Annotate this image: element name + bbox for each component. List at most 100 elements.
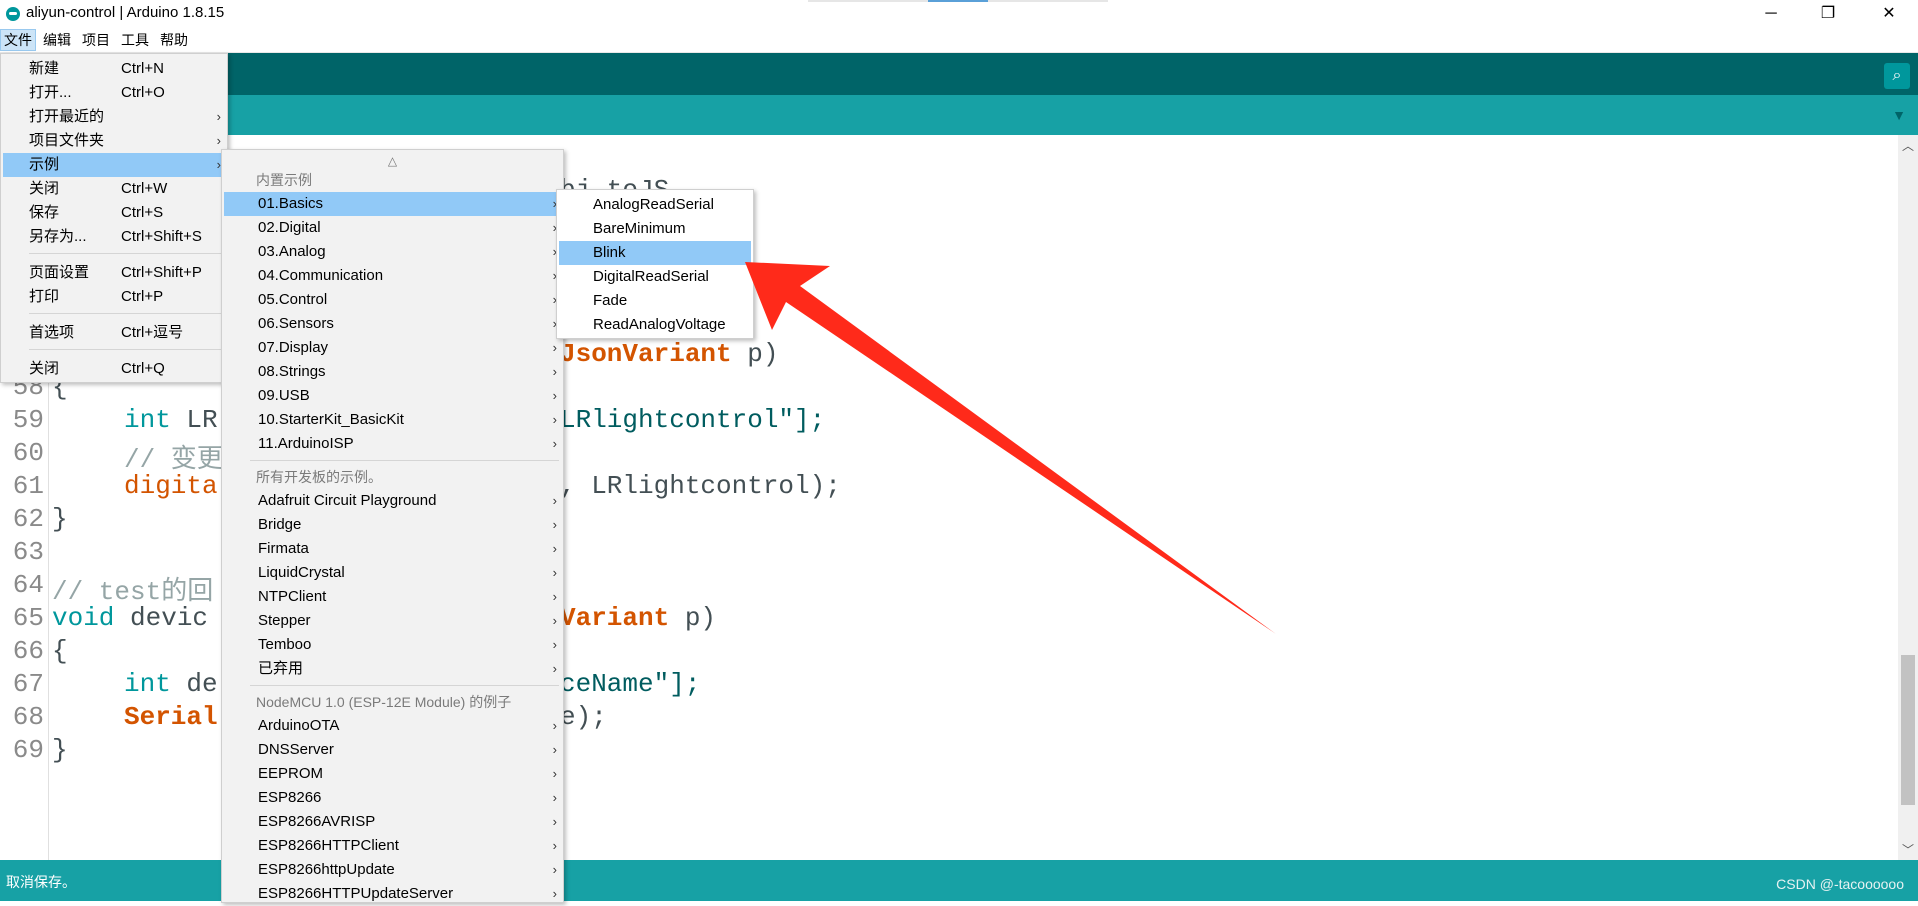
status-message: 取消保存。 xyxy=(6,874,76,890)
examples-item[interactable]: ESP8266httpUpdate › xyxy=(224,858,561,882)
examples-item[interactable]: 03.Analog › xyxy=(224,240,561,264)
menu-tools[interactable]: 工具 xyxy=(118,30,152,50)
menu-item-label: 09.USB xyxy=(258,387,310,404)
chevron-right-icon: › xyxy=(552,814,557,829)
basics-item[interactable]: ReadAnalogVoltage xyxy=(559,313,751,337)
line-number: 68 xyxy=(12,702,44,732)
examples-item[interactable]: 10.StarterKit_BasicKit › xyxy=(224,408,561,432)
menu-item-shortcut: Ctrl+逗号 xyxy=(121,324,184,341)
file-menu-item-print[interactable]: 打印 Ctrl+P xyxy=(3,285,225,309)
examples-item[interactable]: ESP8266HTTPUpdateServer › xyxy=(224,882,561,906)
chevron-right-icon: › xyxy=(552,565,557,580)
examples-item[interactable]: 06.Sensors › xyxy=(224,312,561,336)
basics-item[interactable]: BareMinimum xyxy=(559,217,751,241)
chevron-right-icon: › xyxy=(552,412,557,427)
menu-edit[interactable]: 编辑 xyxy=(40,30,74,50)
examples-item[interactable]: Adafruit Circuit Playground › xyxy=(224,489,561,513)
examples-item[interactable]: Bridge › xyxy=(224,513,561,537)
basics-item[interactable]: Fade xyxy=(559,289,751,313)
examples-menu: △ 内置示例 01.Basics › 02.Digital › 03.Analog ›… xyxy=(221,149,564,903)
code-line: int de xyxy=(124,669,218,699)
code-line: { xyxy=(52,636,68,666)
code-keyword: int xyxy=(124,405,171,435)
file-menu-item-save[interactable]: 保存 Ctrl+S xyxy=(3,201,225,225)
menu-item-label: 打开最近的 xyxy=(29,108,105,125)
examples-item[interactable]: LiquidCrystal › xyxy=(224,561,561,585)
examples-item[interactable]: DNSServer › xyxy=(224,738,561,762)
examples-item[interactable]: 02.Digital › xyxy=(224,216,561,240)
menu-sketch[interactable]: 项目 xyxy=(79,30,113,50)
basics-item[interactable]: DigitalReadSerial xyxy=(559,265,751,289)
scroll-up-arrow-icon[interactable]: △ xyxy=(222,154,563,168)
code-comment: // 变更 xyxy=(124,445,223,475)
file-menu-item-open-recent[interactable]: 打开最近的 › xyxy=(3,105,225,129)
code-text: de xyxy=(170,669,218,699)
scroll-down-icon[interactable]: ﹀ xyxy=(1902,841,1914,858)
examples-item[interactable]: NTPClient › xyxy=(224,585,561,609)
tab-menu-icon[interactable]: ▼ xyxy=(1892,107,1906,123)
editor-scrollbar[interactable]: ︿ ﹀ xyxy=(1898,135,1918,860)
close-button[interactable]: ✕ xyxy=(1862,0,1916,28)
examples-item[interactable]: Stepper › xyxy=(224,609,561,633)
minimize-button[interactable]: ─ xyxy=(1744,0,1798,28)
file-menu-item-page-setup[interactable]: 页面设置 Ctrl+Shift+P xyxy=(3,261,225,285)
examples-item[interactable]: ArduinoOTA › xyxy=(224,714,561,738)
menu-item-label: Stepper xyxy=(258,612,311,629)
basics-item[interactable]: AnalogReadSerial xyxy=(559,193,751,217)
line-number: 60 xyxy=(12,438,44,468)
code-function: digita xyxy=(124,471,218,501)
code-class: JsonVariant xyxy=(560,339,732,369)
menu-help[interactable]: 帮助 xyxy=(157,30,191,50)
examples-item[interactable]: 已弃用 › xyxy=(224,657,561,681)
chevron-right-icon: › xyxy=(552,589,557,604)
code-fragment: , LRlightcontrol); xyxy=(560,471,841,501)
line-number: 64 xyxy=(12,570,44,600)
file-menu-item-sketchbook[interactable]: 项目文件夹 › xyxy=(3,129,225,153)
menu-item-label: 打开... xyxy=(29,84,72,101)
examples-item[interactable]: ESP8266HTTPClient › xyxy=(224,834,561,858)
examples-item[interactable]: Firmata › xyxy=(224,537,561,561)
examples-item[interactable]: 05.Control › xyxy=(224,288,561,312)
examples-item[interactable]: ESP8266 › xyxy=(224,786,561,810)
menu-file[interactable]: 文件 xyxy=(0,29,36,51)
file-menu-item-preferences[interactable]: 首选项 Ctrl+逗号 xyxy=(3,321,225,345)
menu-section-header: 所有开发板的示例。 xyxy=(256,469,382,485)
file-menu-item-quit[interactable]: 关闭 Ctrl+Q xyxy=(3,357,225,381)
menu-item-label: 另存为... xyxy=(29,228,87,245)
basics-menu: AnalogReadSerial BareMinimum Blink Digit… xyxy=(556,189,754,339)
menu-item-label: ESP8266httpUpdate xyxy=(258,861,395,878)
menu-item-shortcut: Ctrl+W xyxy=(121,180,168,197)
basics-item-blink[interactable]: Blink xyxy=(559,241,751,265)
scrollbar-thumb[interactable] xyxy=(1901,655,1915,805)
examples-item[interactable]: 11.ArduinoISP › xyxy=(224,432,561,456)
examples-item[interactable]: 07.Display › xyxy=(224,336,561,360)
examples-item[interactable]: ESP8266AVRISP › xyxy=(224,810,561,834)
menu-item-label: 首选项 xyxy=(29,324,75,341)
menu-item-label: 10.StarterKit_BasicKit xyxy=(258,411,404,428)
file-menu-item-examples[interactable]: 示例 › xyxy=(3,153,225,177)
menu-separator xyxy=(250,685,559,686)
code-class: Variant xyxy=(560,603,670,633)
serial-monitor-icon[interactable]: ⌕ xyxy=(1884,63,1910,89)
code-line: int LR xyxy=(124,405,218,435)
menu-item-label: BareMinimum xyxy=(593,220,686,237)
line-number: 61 xyxy=(12,471,44,501)
menu-item-label: ArduinoOTA xyxy=(258,717,340,734)
code-text: p) xyxy=(731,339,779,369)
examples-item[interactable]: 01.Basics › xyxy=(224,192,561,216)
scroll-up-icon[interactable]: ︿ xyxy=(1902,137,1914,154)
menu-section-header: 内置示例 xyxy=(256,172,312,188)
file-menu-item-save-as[interactable]: 另存为... Ctrl+Shift+S xyxy=(3,225,225,249)
file-menu-item-new[interactable]: 新建 Ctrl+N xyxy=(3,57,225,81)
file-menu: 新建 Ctrl+N 打开... Ctrl+O 打开最近的 › 项目文件夹 › 示例 › 关… xyxy=(0,53,228,383)
restore-button[interactable]: ❐ xyxy=(1801,0,1855,28)
examples-item[interactable]: 04.Communication › xyxy=(224,264,561,288)
file-menu-item-close[interactable]: 关闭 Ctrl+W xyxy=(3,177,225,201)
menu-item-label: ESP8266 xyxy=(258,789,322,806)
examples-item[interactable]: 08.Strings › xyxy=(224,360,561,384)
file-menu-item-open[interactable]: 打开... Ctrl+O xyxy=(3,81,225,105)
examples-item[interactable]: 09.USB › xyxy=(224,384,561,408)
examples-item[interactable]: Temboo › xyxy=(224,633,561,657)
examples-item[interactable]: EEPROM › xyxy=(224,762,561,786)
menu-item-label: 07.Display xyxy=(258,339,329,356)
